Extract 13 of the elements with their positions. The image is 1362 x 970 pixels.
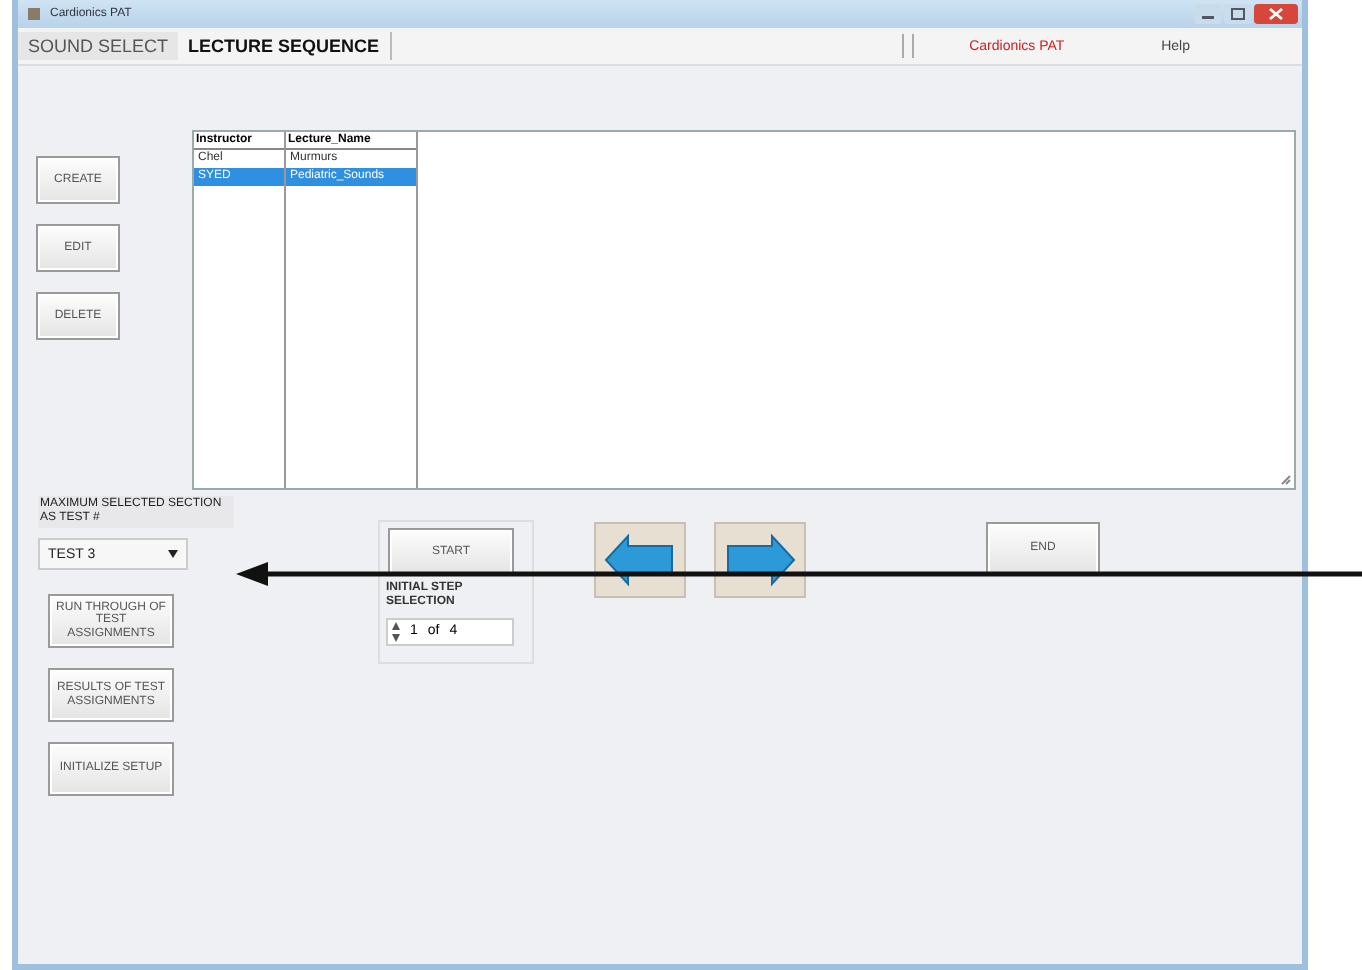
spin-arrows-icon bbox=[392, 621, 400, 642]
dropdown-caret-icon bbox=[168, 550, 178, 559]
right-arrow-icon bbox=[724, 532, 796, 588]
resize-grip-icon bbox=[1280, 474, 1292, 486]
menu-tab[interactable]: LECTURE SEQUENCE bbox=[178, 32, 392, 60]
minimize-icon[interactable] bbox=[1194, 4, 1222, 24]
left-arrow-icon bbox=[604, 532, 676, 588]
menu-tab[interactable]: SOUND SELECT bbox=[18, 32, 179, 60]
previous-button[interactable] bbox=[594, 522, 686, 598]
maximize-icon[interactable] bbox=[1224, 4, 1252, 24]
close-icon[interactable] bbox=[1254, 4, 1298, 24]
next-button[interactable] bbox=[714, 522, 806, 598]
app-icon bbox=[26, 6, 42, 22]
